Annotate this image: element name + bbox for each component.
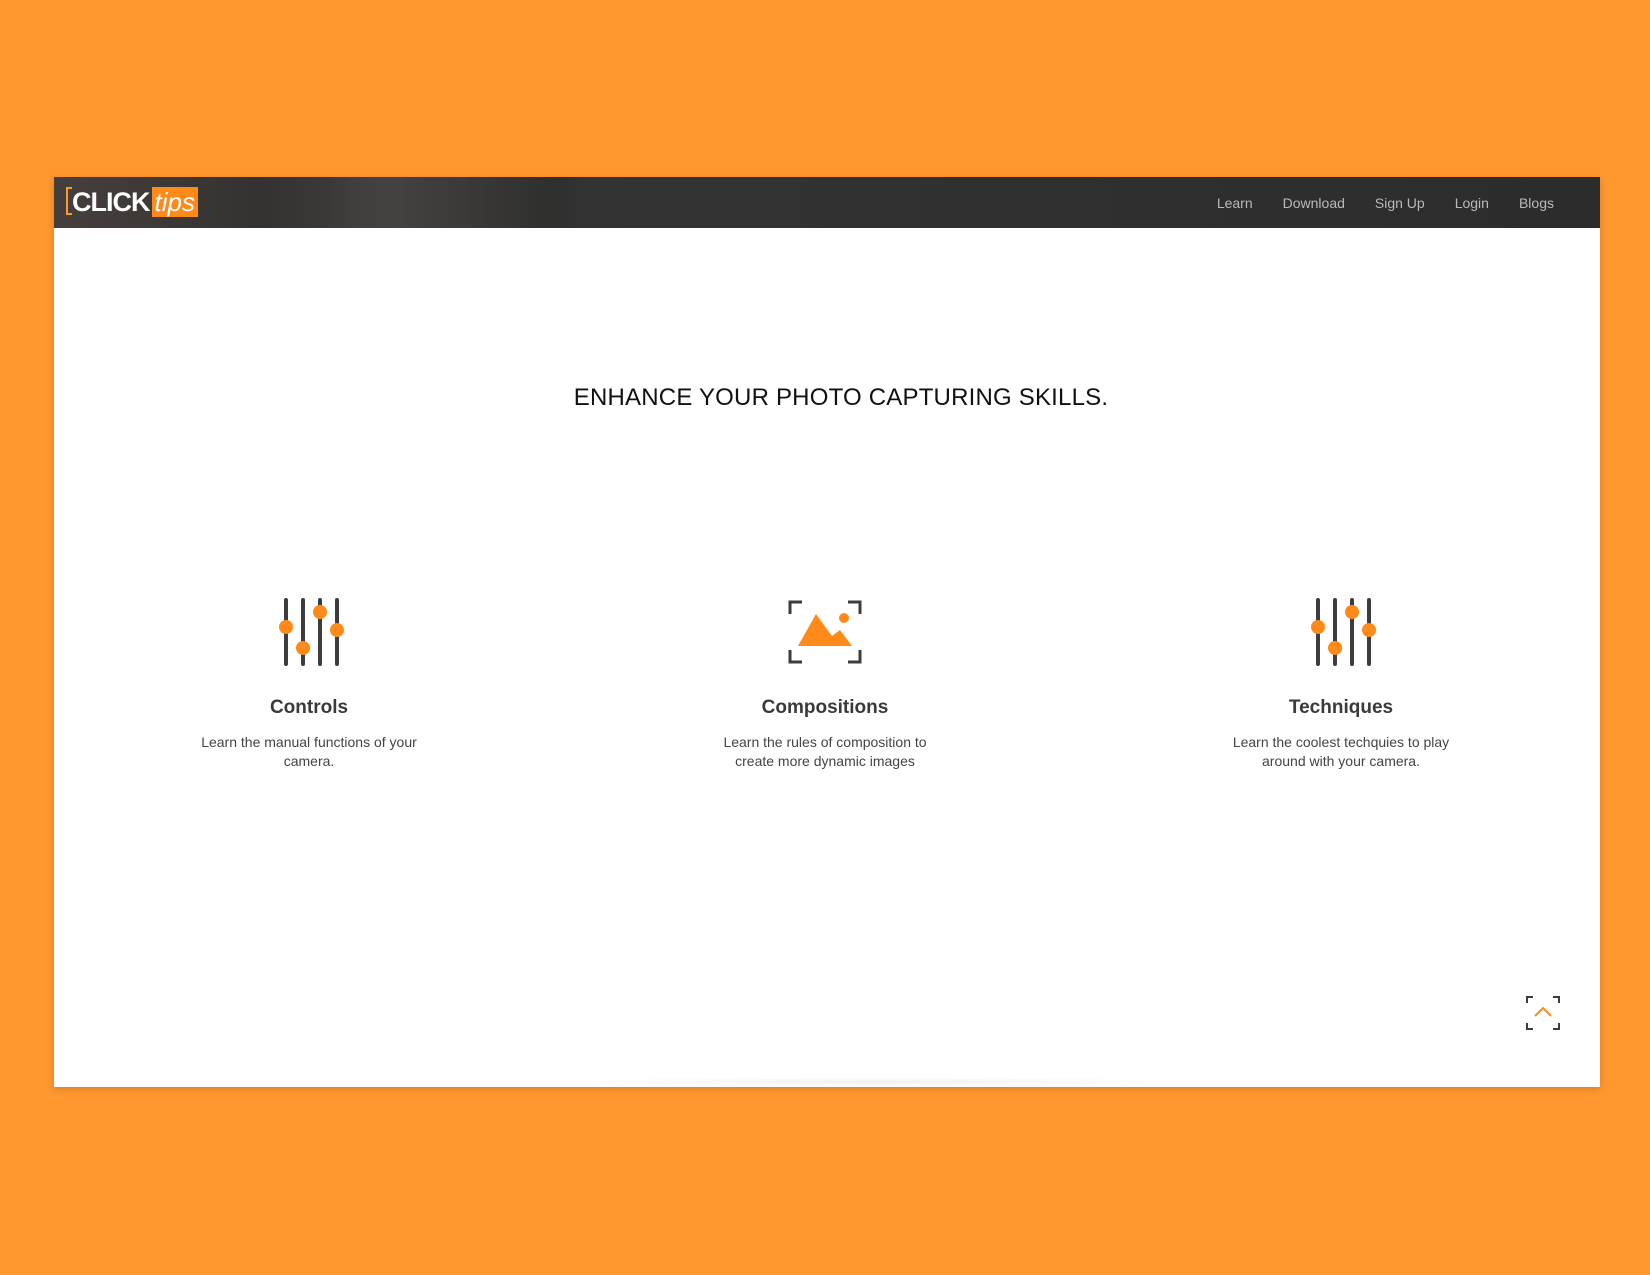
top-navbar: CLICK tips Learn Download Sign Up Login … — [54, 177, 1600, 228]
feature-title: Compositions — [761, 697, 889, 718]
feature-techniques: Techniques Learn the coolest techquies t… — [1191, 592, 1491, 771]
logo-main-text: CLICK — [72, 186, 150, 217]
feature-title: Techniques — [1288, 697, 1394, 718]
section-divider-shadow — [544, 1077, 1204, 1087]
sliders-icon — [1191, 592, 1491, 672]
browser-page: CLICK tips Learn Download Sign Up Login … — [54, 177, 1600, 1087]
page-headline: ENHANCE YOUR PHOTO CAPTURING SKILLS. — [573, 384, 1109, 411]
feature-controls: Controls Learn the manual functions of y… — [159, 592, 459, 771]
logo-bracket-icon — [66, 187, 72, 215]
nav-sign-up[interactable]: Sign Up — [1375, 195, 1425, 211]
logo-accent-text: tips — [151, 187, 198, 217]
site-logo[interactable]: CLICK tips — [66, 186, 198, 217]
nav-learn[interactable]: Learn — [1217, 195, 1253, 211]
feature-description: Learn the manual functions of your camer… — [201, 734, 417, 769]
feature-compositions: Compositions Learn the rules of composit… — [675, 592, 975, 771]
chevron-up-icon — [1526, 996, 1560, 1030]
image-frame-icon — [675, 592, 975, 672]
nav-login[interactable]: Login — [1455, 195, 1489, 211]
sliders-icon — [159, 592, 459, 672]
feature-title: Controls — [269, 697, 349, 718]
nav-blogs[interactable]: Blogs — [1519, 195, 1554, 211]
nav-download[interactable]: Download — [1283, 195, 1345, 211]
scroll-to-top-button[interactable] — [1526, 996, 1560, 1030]
feature-description: Learn the rules of composition to create… — [723, 734, 927, 769]
feature-description: Learn the coolest techquies to play arou… — [1232, 734, 1450, 769]
nav-links: Learn Download Sign Up Login Blogs — [1187, 177, 1554, 228]
